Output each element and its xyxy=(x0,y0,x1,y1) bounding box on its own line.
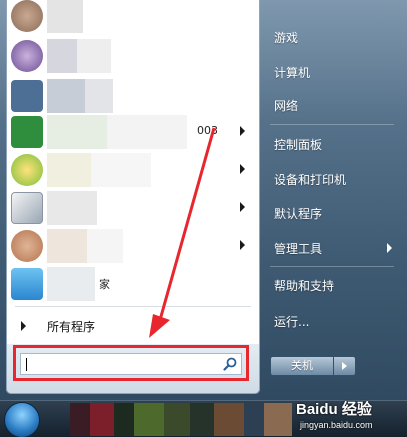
taskbar-item[interactable] xyxy=(90,403,114,436)
program-icon xyxy=(11,40,43,72)
blurred-label xyxy=(107,115,187,149)
taskbar-item[interactable] xyxy=(264,403,292,436)
windows-start-icon[interactable] xyxy=(4,402,40,437)
right-item-default-programs[interactable]: 默认程序 xyxy=(264,198,402,228)
right-item-partial[interactable] xyxy=(264,0,402,10)
program-item-4[interactable]: 003 xyxy=(7,112,259,152)
blurred-label xyxy=(77,39,111,73)
submenu-arrow-icon xyxy=(240,202,245,212)
shutdown-button[interactable]: 关机 xyxy=(270,356,334,376)
program-list-pane: 003 家 所有程序 xyxy=(6,0,260,394)
program-icon xyxy=(11,268,43,300)
program-item-8[interactable]: 家 xyxy=(7,264,259,304)
right-item-network[interactable]: 网络 xyxy=(264,90,402,120)
divider xyxy=(15,306,251,307)
all-programs-button[interactable]: 所有程序 xyxy=(7,312,259,340)
program-icon xyxy=(11,0,43,32)
blurred-label xyxy=(47,39,77,73)
program-label: 家 xyxy=(99,278,110,291)
right-item-label: 默认程序 xyxy=(274,207,323,221)
start-menu: 003 家 所有程序 游戏 计算机 网络 控制面板 设备和打印机 默认程序 管理… xyxy=(0,0,407,400)
taskbar-item[interactable] xyxy=(134,403,164,436)
right-item-label: 运行... xyxy=(274,315,310,329)
arrow-right-icon xyxy=(342,362,347,370)
right-item-label: 帮助和支持 xyxy=(274,279,335,293)
all-programs-label: 所有程序 xyxy=(47,320,96,334)
blurred-label xyxy=(47,153,91,187)
program-item-2[interactable] xyxy=(7,36,259,76)
blurred-label xyxy=(87,229,123,263)
blurred-label xyxy=(47,79,85,113)
submenu-arrow-icon xyxy=(387,243,392,253)
taskbar-item[interactable] xyxy=(190,403,214,436)
blurred-label xyxy=(47,0,83,33)
taskbar-item[interactable] xyxy=(244,403,264,436)
shutdown-options-button[interactable] xyxy=(334,356,356,376)
right-item-computer[interactable]: 计算机 xyxy=(264,57,402,87)
program-item-5[interactable] xyxy=(7,150,259,190)
submenu-arrow-icon xyxy=(240,126,245,136)
right-item-label: 网络 xyxy=(274,99,299,113)
program-icon xyxy=(11,230,43,262)
excel-icon xyxy=(11,116,43,148)
right-separator xyxy=(270,124,394,125)
right-item-run[interactable]: 运行... xyxy=(264,306,402,336)
baidu-watermark-logo: Baidu 经验 jingyan.baidu.com xyxy=(296,396,406,434)
right-item-help-support[interactable]: 帮助和支持 xyxy=(264,270,402,300)
taskbar-item[interactable] xyxy=(70,403,90,436)
blurred-label xyxy=(47,267,95,301)
right-item-control-panel[interactable]: 控制面板 xyxy=(264,129,402,159)
right-item-label: 游戏 xyxy=(274,31,299,45)
watermark-url: jingyan.baidu.com xyxy=(300,420,373,430)
document-icon xyxy=(11,192,43,224)
program-item-3[interactable] xyxy=(7,76,259,116)
right-item-label: 设备和打印机 xyxy=(274,173,347,187)
submenu-arrow-icon xyxy=(240,164,245,174)
watermark-logo-text: Baidu 经验 xyxy=(296,401,372,418)
right-item-label: 管理工具 xyxy=(274,242,323,256)
blurred-label xyxy=(47,191,97,225)
program-item-6[interactable] xyxy=(7,188,259,228)
program-icon xyxy=(11,154,43,186)
program-icon xyxy=(11,80,43,112)
blurred-label xyxy=(47,229,87,263)
program-item-1[interactable] xyxy=(7,0,259,36)
arrow-right-icon xyxy=(21,321,26,331)
search-highlight-box xyxy=(13,345,249,381)
program-label: 003 xyxy=(197,124,218,137)
right-item-label: 计算机 xyxy=(274,66,311,80)
taskbar-item[interactable] xyxy=(114,403,134,436)
right-item-devices-printers[interactable]: 设备和打印机 xyxy=(264,164,402,194)
blurred-label xyxy=(91,153,151,187)
blurred-label xyxy=(47,115,107,149)
program-item-7[interactable] xyxy=(7,226,259,266)
blurred-label xyxy=(85,79,113,113)
right-item-games[interactable]: 游戏 xyxy=(264,22,402,52)
taskbar-item[interactable] xyxy=(214,403,244,436)
right-item-admin-tools[interactable]: 管理工具 xyxy=(264,233,402,263)
right-separator xyxy=(270,266,394,267)
right-item-label: 控制面板 xyxy=(274,138,323,152)
submenu-arrow-icon xyxy=(240,240,245,250)
taskbar-item[interactable] xyxy=(164,403,190,436)
